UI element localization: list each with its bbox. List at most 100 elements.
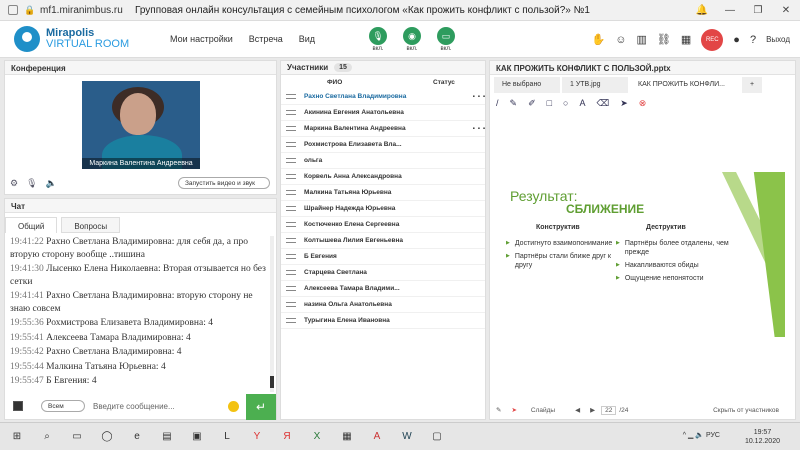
participant-row[interactable]: Колтышева Лилия Евгеньевна (281, 233, 485, 249)
drag-handle-icon[interactable] (286, 142, 296, 147)
drag-handle-icon[interactable] (286, 94, 296, 99)
drag-handle-icon[interactable] (286, 126, 296, 131)
camera-settings-icon[interactable]: ⚙ (10, 178, 18, 189)
drag-handle-icon[interactable] (286, 158, 296, 163)
clock[interactable]: 19:57 10.12.2020 (745, 428, 780, 446)
participant-row[interactable]: Акинина Евгения Анатольевна (281, 105, 485, 121)
drag-handle-icon[interactable] (286, 318, 296, 323)
explorer-icon[interactable]: ▤ (160, 430, 174, 444)
tray-up-icon[interactable]: ^ (683, 432, 686, 439)
participant-row[interactable]: Алексеева Тамара Владими... (281, 281, 485, 297)
layout-icon[interactable]: ▦ (681, 33, 691, 46)
draw-tool-icon[interactable]: ✎ (496, 406, 501, 414)
participant-row[interactable]: Маркина Валентина Андреевна ▪ ▪ ▪ (281, 121, 485, 137)
close-button[interactable]: ✕ (772, 5, 800, 16)
laser-icon[interactable]: ➤ (511, 406, 516, 414)
word-icon[interactable]: W (400, 430, 414, 444)
page-number[interactable]: 22 (601, 405, 617, 415)
clear-icon[interactable]: ⊗ (639, 98, 647, 109)
participant-row[interactable]: Шрайнер Надежда Юрьевна (281, 201, 485, 217)
participant-row[interactable]: Малкина Татьяна Юрьевна (281, 185, 485, 201)
excel-icon[interactable]: X (310, 430, 324, 444)
language-indicator[interactable]: РУС (706, 432, 720, 439)
help-icon[interactable]: ? (750, 34, 756, 46)
pdf-icon[interactable]: A (370, 430, 384, 444)
eraser-icon[interactable]: ⌫ (597, 98, 610, 109)
tab-add[interactable]: + (742, 77, 763, 93)
bell-icon[interactable]: 🔔 (688, 5, 716, 16)
calculator-icon[interactable]: ▦ (340, 430, 354, 444)
pen-icon[interactable]: / (496, 98, 499, 108)
tab-none[interactable]: Не выбрано (494, 77, 560, 93)
rect-icon[interactable]: □ (547, 98, 552, 108)
drag-handle-icon[interactable] (286, 174, 296, 179)
drag-handle-icon[interactable] (286, 286, 296, 291)
speaker-settings-icon[interactable]: 🔈 (46, 178, 57, 189)
menu-view[interactable]: Вид (299, 34, 315, 44)
taskview-icon[interactable]: ▭ (70, 430, 84, 444)
assistant-icon[interactable]: ◯ (100, 430, 114, 444)
pointer-icon[interactable]: ➤ (620, 98, 628, 109)
emoji-button-icon[interactable] (228, 401, 239, 412)
stats-icon[interactable]: ▥ (637, 33, 647, 46)
recipient-select[interactable]: Всем (41, 400, 85, 412)
mic-toggle[interactable]: 🎙 вкл. (363, 26, 393, 52)
search-icon[interactable]: ⌕ (40, 430, 54, 444)
menu-settings[interactable]: Мои настройки (170, 34, 233, 44)
tab-jpg[interactable]: 1 УТВ.jpg (562, 77, 628, 93)
menu-meeting[interactable]: Встреча (249, 34, 283, 44)
url-text[interactable]: mf1.miranimbus.ru (40, 5, 135, 16)
edge-icon[interactable]: e (130, 430, 144, 444)
hand-icon[interactable]: ✋ (592, 33, 606, 46)
chat-scrollbar[interactable] (270, 236, 274, 392)
drag-handle-icon[interactable] (286, 190, 296, 195)
mic-settings-icon[interactable]: 🎙 (26, 178, 37, 189)
drag-handle-icon[interactable] (286, 110, 296, 115)
restore-button[interactable]: ❐ (744, 5, 772, 16)
participant-row[interactable]: Рахно Светлана Владимировна ▪ ▪ ▪ (281, 89, 485, 105)
camera-toggle[interactable]: ◉ вкл. (397, 26, 427, 52)
slides-label[interactable]: Слайды (531, 407, 555, 414)
participant-row[interactable]: Корвель Анна Александровна (281, 169, 485, 185)
format-icon[interactable] (13, 401, 23, 411)
yandex-icon[interactable]: Я (280, 430, 294, 444)
app-icon[interactable]: ▢ (430, 430, 444, 444)
network-icon[interactable]: ▁ (688, 432, 693, 439)
drag-handle-icon[interactable] (286, 206, 296, 211)
org-icon[interactable]: ⛓ (657, 33, 671, 46)
drag-handle-icon[interactable] (286, 254, 296, 259)
drag-handle-icon[interactable] (286, 302, 296, 307)
drag-handle-icon[interactable] (286, 238, 296, 243)
text-icon[interactable]: A (579, 98, 585, 108)
brush-icon[interactable]: ✐ (528, 98, 536, 109)
app-l-icon[interactable]: L (220, 430, 234, 444)
drag-handle-icon[interactable] (286, 270, 296, 275)
next-slide-icon[interactable]: ▶ (590, 406, 595, 414)
rec-button[interactable]: REC (701, 28, 724, 51)
participant-row[interactable]: Старцева Светлана (281, 265, 485, 281)
marker-icon[interactable]: ✎ (510, 98, 518, 109)
circle-icon[interactable]: ○ (563, 98, 568, 108)
participant-row[interactable]: назина Ольга Анатольевна (281, 297, 485, 313)
hide-from-participants[interactable]: Скрыть от участников (713, 407, 779, 414)
send-button[interactable]: ↵ (246, 394, 276, 420)
start-video-button[interactable]: Запустить видео и звук (178, 177, 270, 189)
store-icon[interactable]: ▣ (190, 430, 204, 444)
screen-toggle[interactable]: ▭ вкл. (431, 26, 461, 52)
message-input[interactable]: Введите сообщение... (93, 402, 175, 411)
volume-icon[interactable]: 🔈 (695, 432, 704, 439)
emoji-icon[interactable]: ☺ (615, 34, 626, 46)
tab-questions[interactable]: Вопросы (61, 217, 121, 233)
tab-general[interactable]: Общий (5, 217, 58, 233)
participant-row[interactable]: Турыгина Елена Ивановна (281, 313, 485, 329)
language-flag-icon[interactable]: ● (733, 34, 740, 46)
yandex-browser-icon[interactable]: Y (250, 430, 264, 444)
prev-slide-icon[interactable]: ◀ (575, 406, 580, 414)
video-tile[interactable]: Маркина Валентина Андреевна (82, 81, 200, 169)
drag-handle-icon[interactable] (286, 222, 296, 227)
minimize-button[interactable]: — (716, 5, 744, 16)
participant-row[interactable]: Костюченко Елена Сергеевна (281, 217, 485, 233)
participant-row[interactable]: ольга (281, 153, 485, 169)
exit-button[interactable]: Выход (766, 35, 790, 44)
start-icon[interactable]: ⊞ (10, 430, 24, 444)
